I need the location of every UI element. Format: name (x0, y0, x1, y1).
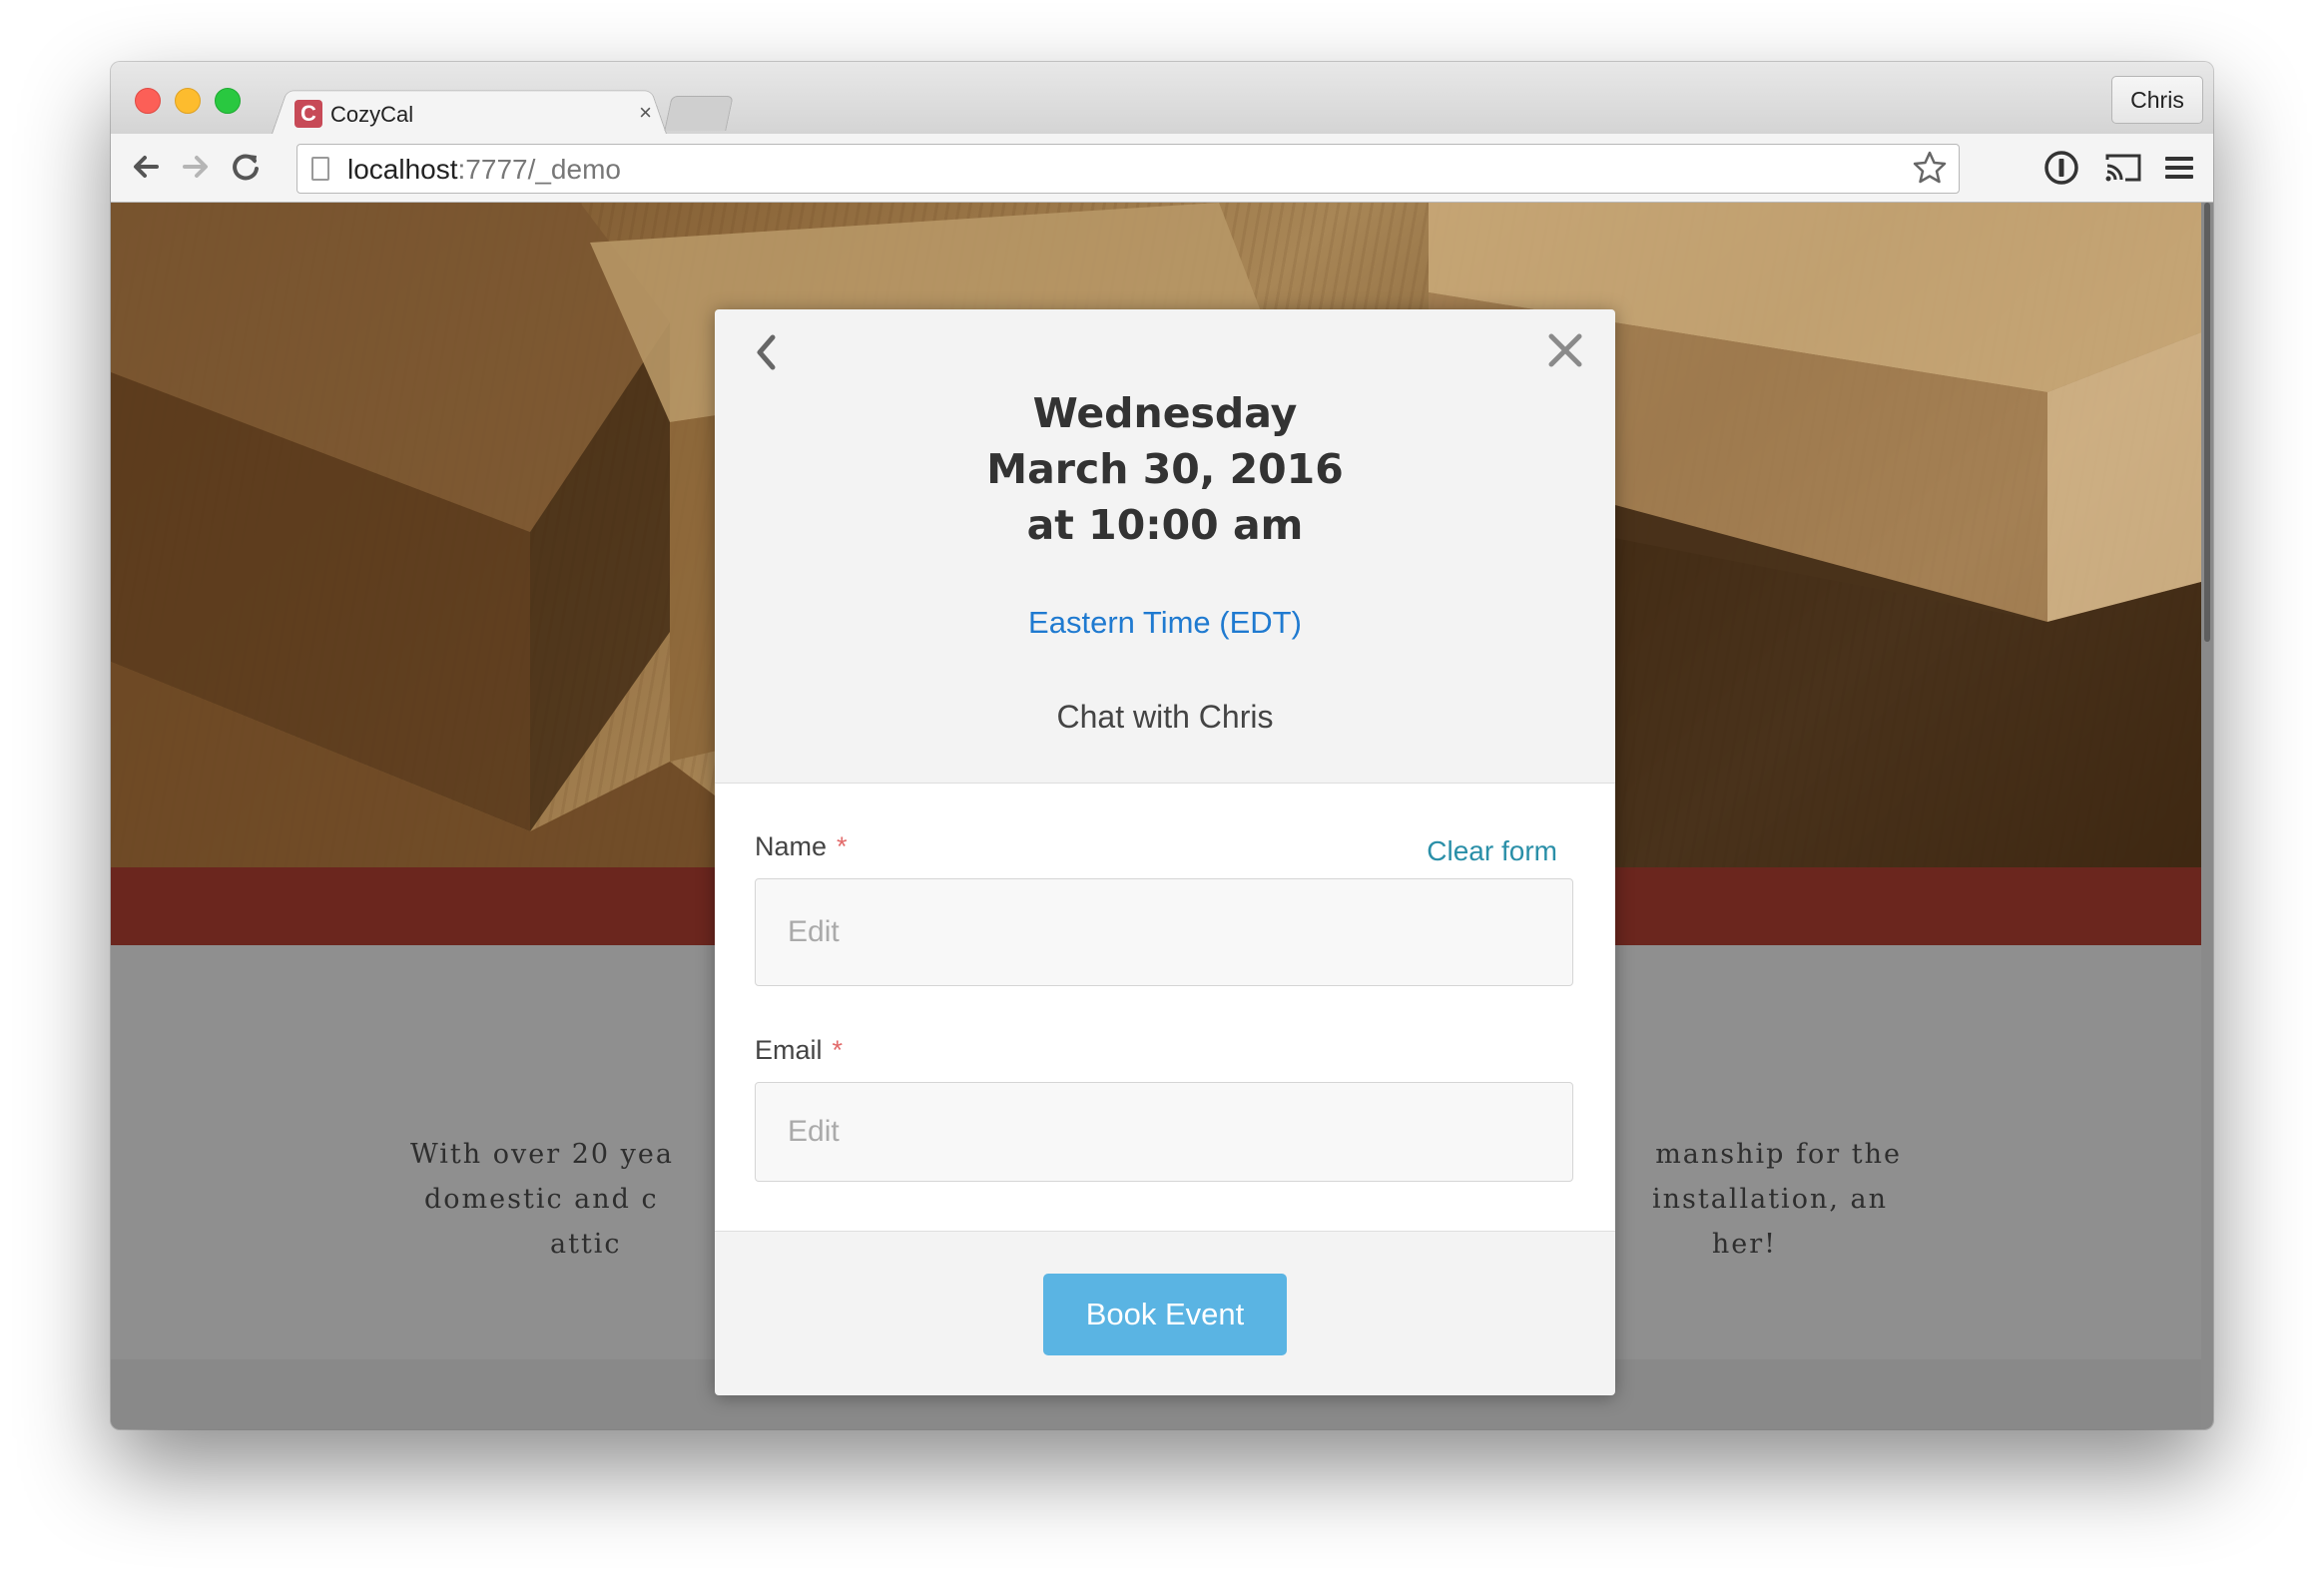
password-manager-icon[interactable] (2043, 150, 2079, 191)
event-name: Chat with Chris (1056, 699, 1274, 735)
page-icon (311, 157, 329, 181)
reload-icon[interactable] (227, 148, 265, 186)
url-text[interactable]: localhost:7777/_demo (347, 154, 621, 186)
zoom-window-button[interactable] (215, 88, 241, 114)
event-date: March 30, 2016 (986, 445, 1344, 493)
minimize-window-button[interactable] (175, 88, 201, 114)
close-window-button[interactable] (135, 88, 161, 114)
booking-modal: Wednesday March 30, 2016 at 10:00 am Eas… (715, 309, 1615, 1395)
clear-form-link[interactable]: Clear form (1427, 835, 1557, 867)
modal-header: Wednesday March 30, 2016 at 10:00 am Eas… (715, 309, 1615, 783)
cast-icon[interactable] (2103, 150, 2143, 191)
address-bar[interactable]: localhost:7777/_demo (296, 144, 1960, 194)
timezone-link[interactable]: Eastern Time (EDT) (715, 605, 1615, 641)
email-field[interactable]: Edit (755, 1082, 1573, 1182)
close-icon[interactable] (1545, 323, 1585, 383)
cozycal-favicon-icon: C (294, 100, 322, 128)
back-icon[interactable] (751, 329, 781, 387)
tab-title: CozyCal (330, 102, 414, 127)
event-time: at 10:00 am (1026, 501, 1304, 549)
profile-button[interactable]: Chris (2111, 76, 2203, 124)
book-event-button[interactable]: Book Event (1043, 1274, 1287, 1355)
required-marker: * (837, 831, 848, 861)
browser-toolbar: localhost:7777/_demo (111, 134, 2213, 203)
required-marker: * (832, 1035, 844, 1065)
name-label: Name * (755, 831, 848, 861)
tab-content[interactable]: C CozyCal × (290, 96, 652, 136)
title-bar: C CozyCal × Chris (111, 62, 2213, 137)
new-tab-button[interactable] (664, 96, 734, 131)
email-label: Email * (755, 1035, 844, 1065)
booking-form: Name * Clear form Edit Email * Edit (715, 783, 1615, 1232)
name-field[interactable]: Edit (755, 878, 1573, 986)
star-icon[interactable] (1911, 149, 1949, 196)
event-day: Wednesday (1032, 389, 1298, 437)
scrollbar-thumb[interactable] (2204, 203, 2210, 642)
tab-close-icon[interactable]: × (639, 100, 652, 126)
arrow-left-icon[interactable] (127, 148, 165, 186)
arrow-right-icon[interactable] (177, 148, 215, 186)
hamburger-menu-icon[interactable] (2161, 150, 2197, 191)
page-scrollbar[interactable] (2201, 203, 2213, 1429)
